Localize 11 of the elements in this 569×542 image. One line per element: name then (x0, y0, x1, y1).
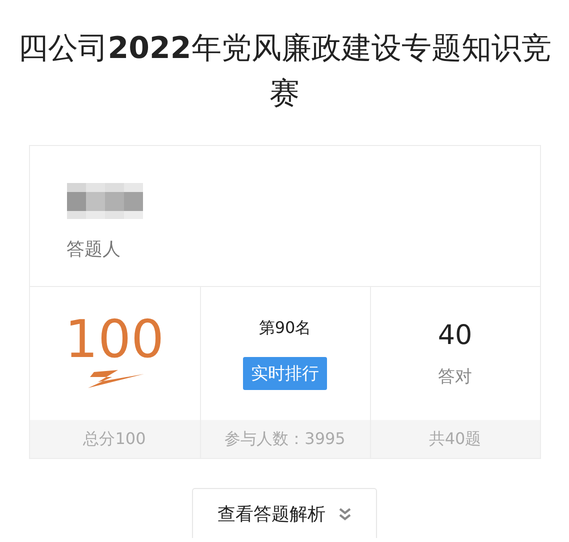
view-answers-button[interactable]: 查看答题解析 (192, 488, 377, 538)
double-chevron-down-icon (338, 506, 352, 520)
stat-footer: 参与人数：3995 (200, 420, 370, 458)
stat-footer: 总分100 (30, 420, 200, 458)
rank-text: 第90名 (258, 318, 312, 338)
participant-label: 答题人 (66, 238, 122, 261)
score-value: 100 (64, 312, 164, 368)
correct-count: 40 (438, 320, 472, 350)
stat-footer: 共40题 (370, 420, 540, 458)
quiz-title: 四公司2022年党风廉政建设专题知识竞赛 (16, 30, 552, 113)
correct-label: 答对 (438, 366, 472, 388)
